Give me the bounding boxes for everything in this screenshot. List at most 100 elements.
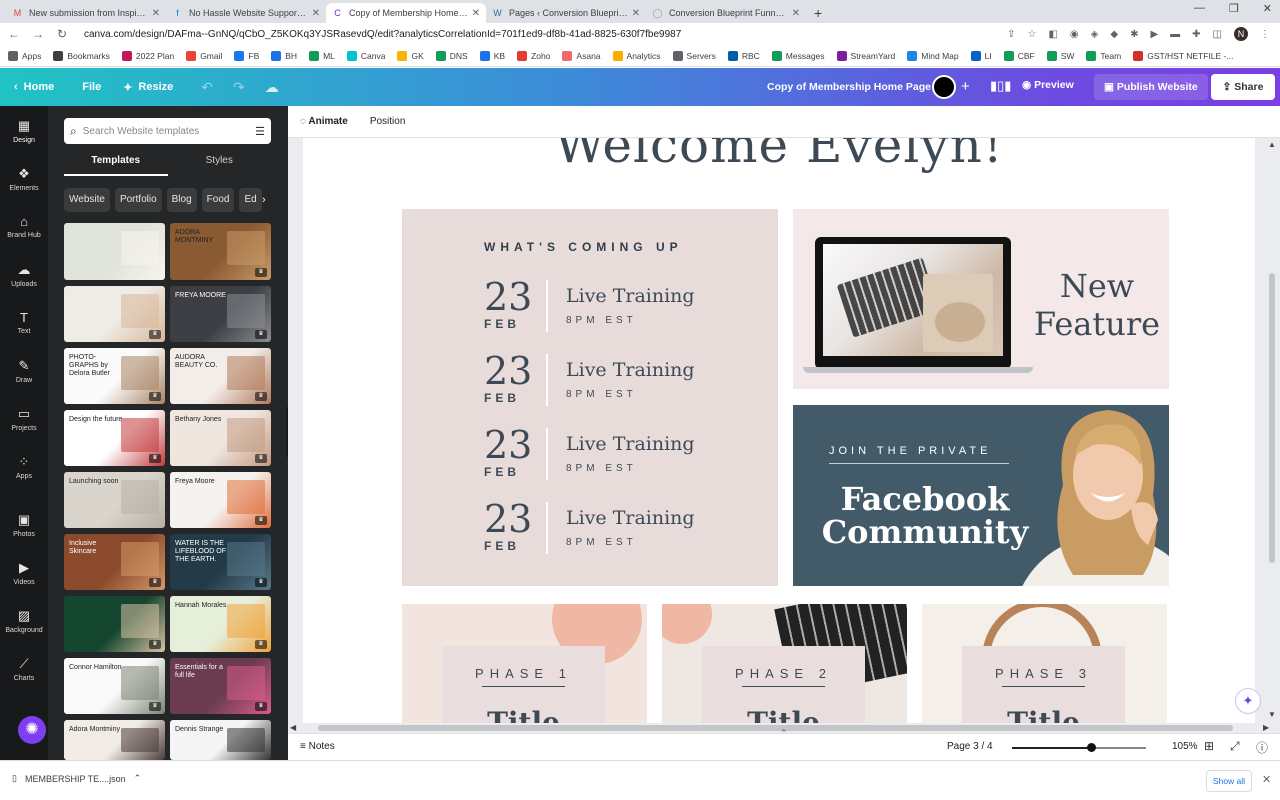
scroll-right-icon[interactable]: ▶: [1263, 723, 1269, 732]
browser-tab[interactable]: ◯ Conversion Blueprint Funnels Inc ✕: [646, 3, 806, 23]
rail-item-uploads[interactable]: ☁ Uploads: [0, 262, 48, 288]
filter-icon[interactable]: ☰: [255, 125, 265, 138]
rail-item-design[interactable]: ▦ Design: [0, 118, 48, 144]
bookmark-item[interactable]: KB: [479, 50, 505, 61]
extension-icon[interactable]: ◈: [1091, 29, 1099, 40]
magic-sparkle-icon[interactable]: ✦: [1235, 688, 1261, 714]
download-item[interactable]: ▯ MEMBERSHIP TE....json ⌃: [12, 773, 141, 784]
preview-button[interactable]: ◉ Preview: [1022, 79, 1074, 91]
bookmark-item[interactable]: Bookmarks: [53, 50, 110, 61]
browser-tab[interactable]: M New submission from Inspiration ✕: [6, 3, 166, 23]
close-tab-icon[interactable]: ✕: [312, 8, 320, 19]
event-item[interactable]: 23 FEB Live Training 8PM EST: [484, 351, 744, 411]
redo-icon[interactable]: ↷: [233, 79, 245, 96]
template-thumbnail[interactable]: Dennis Strange: [170, 720, 271, 760]
event-item[interactable]: 23 FEB Live Training 8PM EST: [484, 425, 744, 485]
share-page-icon[interactable]: ⇪: [1007, 29, 1015, 40]
template-thumbnail[interactable]: PHOTO-GRAPHS by Delora Butler ♛: [64, 348, 165, 404]
browser-tab[interactable]: f No Hassle Website Support & M ✕: [166, 3, 326, 23]
scroll-down-icon[interactable]: ▼: [1268, 710, 1276, 719]
horizontal-scroll-thumb[interactable]: [318, 725, 1233, 731]
event-item[interactable]: 23 FEB Live Training 8PM EST: [484, 277, 744, 337]
category-chip[interactable]: Website: [64, 188, 110, 212]
reload-icon[interactable]: ↻: [52, 27, 72, 41]
grid-view-icon[interactable]: ⊞: [1204, 739, 1214, 753]
browser-tab[interactable]: C Copy of Membership Home Page ✕: [326, 3, 486, 23]
minimize-icon[interactable]: —: [1194, 2, 1205, 15]
template-thumbnail[interactable]: ♛: [64, 596, 165, 652]
bookmark-item[interactable]: RBC: [727, 50, 760, 61]
extension-icon[interactable]: ▶: [1150, 29, 1158, 40]
close-downloads-icon[interactable]: ✕: [1262, 773, 1271, 786]
facebook-community-card[interactable]: JOIN THE PRIVATE Facebook Community: [793, 405, 1169, 586]
category-chip[interactable]: Food: [201, 188, 235, 212]
undo-icon[interactable]: ↶: [201, 79, 213, 96]
template-thumbnail[interactable]: ADORA MONTMINY ♛: [170, 223, 271, 280]
tab-templates[interactable]: Templates: [64, 152, 168, 176]
position-button[interactable]: Position: [370, 116, 406, 127]
extension-icon[interactable]: ◧: [1048, 29, 1057, 40]
bookmark-item[interactable]: Servers: [672, 50, 716, 61]
welcome-heading[interactable]: Welcome Evelyn!: [303, 138, 1255, 174]
bookmark-item[interactable]: SW: [1046, 50, 1074, 61]
rail-item-draw[interactable]: ✎ Draw: [0, 358, 48, 384]
bookmark-item[interactable]: BH: [271, 50, 297, 61]
vertical-scroll-thumb[interactable]: [1269, 273, 1275, 563]
insights-icon[interactable]: ▮▯▮: [990, 78, 1011, 94]
template-thumbnail[interactable]: WATER IS THE LIFEBLOOD OF THE EARTH. ♛: [170, 534, 271, 590]
bookmark-item[interactable]: 2022 Plan: [121, 50, 174, 61]
rail-item-brand-hub[interactable]: ⌂ Brand Hub: [0, 214, 48, 239]
rail-item-charts[interactable]: ⟋ Charts: [0, 656, 48, 682]
back-icon[interactable]: ←: [4, 27, 24, 41]
coming-up-card[interactable]: WHAT'S COMING UP 23 FEB Live Training 8PM E…: [402, 209, 778, 586]
scroll-left-icon[interactable]: ◀: [290, 723, 296, 732]
template-thumbnail[interactable]: Launching soon: [64, 472, 165, 528]
template-thumbnail[interactable]: Connor Hamilton ♛: [64, 658, 165, 714]
bookmark-item[interactable]: DNS: [435, 50, 468, 61]
bookmark-item[interactable]: Zoho: [517, 50, 550, 61]
template-thumbnail[interactable]: Inclusive Skincare ♛: [64, 534, 165, 590]
browser-menu-icon[interactable]: ⋮: [1260, 29, 1270, 40]
template-thumbnail[interactable]: Hannah Morales ♛: [170, 596, 271, 652]
rail-item-photos[interactable]: ▣ Photos: [0, 512, 48, 538]
close-tab-icon[interactable]: ✕: [152, 8, 160, 19]
file-menu-button[interactable]: File: [82, 81, 101, 93]
page-indicator[interactable]: Page 3 / 4: [947, 741, 993, 752]
close-tab-icon[interactable]: ✕: [632, 8, 640, 19]
share-button[interactable]: ⇪ Share: [1211, 74, 1275, 100]
bookmark-item[interactable]: Messages: [771, 50, 825, 61]
close-tab-icon[interactable]: ✕: [472, 8, 480, 19]
bookmark-item[interactable]: Canva: [346, 50, 385, 61]
bookmark-item[interactable]: CBF: [1003, 50, 1035, 61]
rail-item-background[interactable]: ▨ Background: [0, 608, 48, 634]
design-canvas[interactable]: Welcome Evelyn! WHAT'S COMING UP 23 FEB Li…: [303, 138, 1255, 723]
bookmark-item[interactable]: Mind Map: [907, 50, 959, 61]
restore-icon[interactable]: ❐: [1229, 2, 1239, 15]
event-item[interactable]: 23 FEB Live Training 8PM EST: [484, 499, 744, 559]
bookmark-item[interactable]: FB: [234, 50, 259, 61]
chevron-up-icon[interactable]: ⌃: [134, 773, 142, 784]
new-feature-card[interactable]: New Feature: [793, 209, 1169, 389]
category-chip[interactable]: Ed: [239, 188, 262, 212]
bookmark-item[interactable]: LI: [970, 50, 992, 61]
extension-icon[interactable]: ◆: [1110, 29, 1118, 40]
bookmark-item[interactable]: GST/HST NETFILE -...: [1133, 50, 1233, 61]
phase-card[interactable]: PHASE 1 Title: [402, 604, 647, 723]
template-thumbnail[interactable]: Design the future ♛: [64, 410, 165, 466]
animate-button[interactable]: ◌ Animate: [300, 116, 348, 127]
template-thumbnail[interactable]: Adora Montminy: [64, 720, 165, 760]
document-title[interactable]: Copy of Membership Home Page: [767, 81, 931, 93]
bookmark-item[interactable]: Apps: [8, 50, 41, 61]
browser-tab[interactable]: W Pages ‹ Conversion Blueprint Fu ✕: [486, 3, 646, 23]
tab-styles[interactable]: Styles: [168, 152, 272, 176]
phase-card[interactable]: PHASE 3 Title: [922, 604, 1167, 723]
publish-website-button[interactable]: ▣ Publish Website: [1094, 74, 1208, 100]
template-thumbnail[interactable]: FREYA MOORE ♛: [170, 286, 271, 342]
new-tab-button[interactable]: +: [806, 3, 830, 23]
forward-icon[interactable]: →: [28, 27, 48, 41]
extension-icon[interactable]: ✱: [1130, 29, 1138, 40]
magic-apps-icon[interactable]: ✺: [18, 716, 46, 744]
rail-item-elements[interactable]: ❖ Elements: [0, 166, 48, 192]
bookmark-item[interactable]: StreamYard: [836, 50, 895, 61]
bookmark-item[interactable]: Analytics: [612, 50, 661, 61]
